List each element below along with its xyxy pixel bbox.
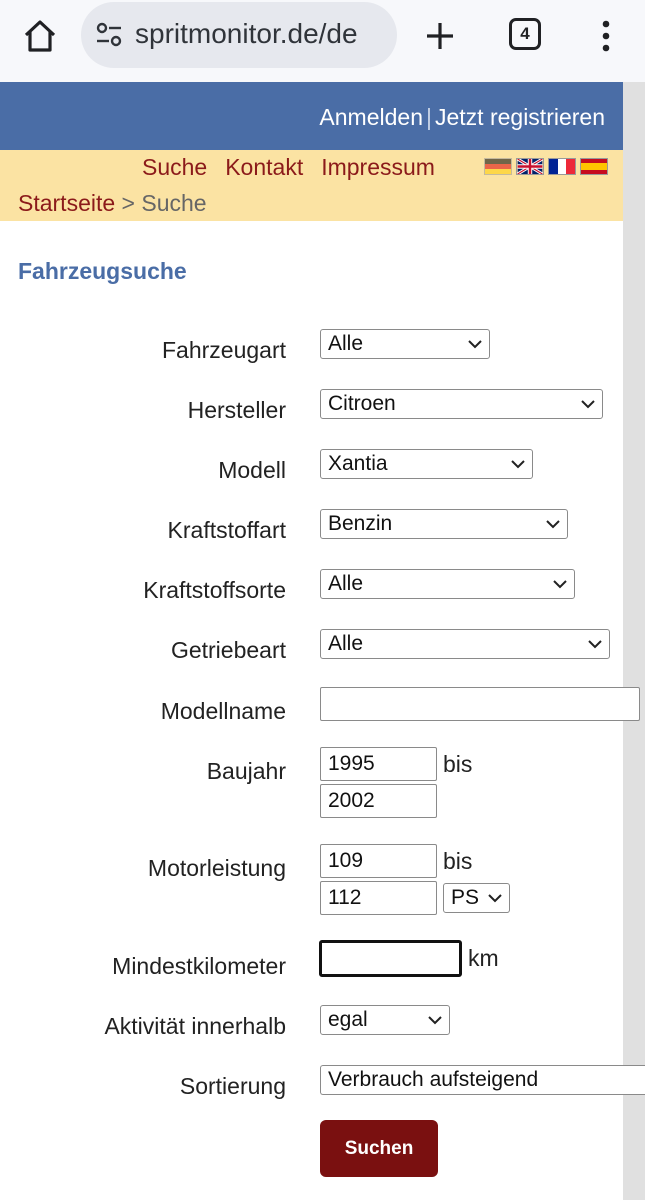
nav-item-kontakt[interactable]: Kontakt xyxy=(225,154,303,180)
page-title: Fahrzeugsuche xyxy=(18,258,187,284)
search-submit-button[interactable]: Suchen xyxy=(320,1120,438,1177)
motorleistung-to-input[interactable]: 112 xyxy=(320,881,437,915)
more-menu-icon[interactable] xyxy=(596,16,616,56)
kraftstoffart-select[interactable]: Benzin xyxy=(320,509,568,539)
fahrzeugart-select[interactable]: Alle xyxy=(320,329,490,359)
fahrzeugart-value: Alle xyxy=(328,332,364,355)
getriebeart-label: Getriebeart xyxy=(170,637,286,663)
sortierung-label: Sortierung xyxy=(179,1073,286,1099)
aktivitaet-select[interactable]: egal xyxy=(320,1005,450,1035)
nav-item-impressum[interactable]: Impressum xyxy=(321,154,435,180)
new-tab-icon[interactable] xyxy=(420,16,460,56)
kraftstoffsorte-value: Alle xyxy=(328,572,364,595)
chevron-down-icon xyxy=(588,640,602,649)
modell-label: Modell xyxy=(218,457,286,483)
site-header: Anmelden | Jetzt registrieren xyxy=(0,82,623,150)
flag-es-icon[interactable] xyxy=(580,158,608,175)
url-text: spritmonitor.de/de xyxy=(135,18,358,49)
site-nav: Suche Kontakt Impressum Startseite > Suche xyxy=(0,150,623,221)
kraftstoffsorte-label: Kraftstoffsorte xyxy=(143,577,286,603)
motorleistung-label: Motorleistung xyxy=(147,855,286,881)
flag-de-icon[interactable] xyxy=(484,158,512,175)
flag-en-icon[interactable] xyxy=(516,158,544,175)
modell-select[interactable]: Xantia xyxy=(320,449,533,479)
chevron-down-icon xyxy=(468,340,482,349)
sortierung-value: Verbrauch aufsteigend xyxy=(328,1068,539,1091)
modellname-input[interactable] xyxy=(320,687,640,721)
chevron-down-icon xyxy=(546,520,560,529)
chevron-down-icon xyxy=(488,894,502,903)
nav-item-suche[interactable]: Suche xyxy=(142,154,207,180)
hersteller-value: Citroen xyxy=(328,392,396,415)
auth-links: Anmelden | Jetzt registrieren xyxy=(319,104,605,131)
hersteller-select[interactable]: Citroen xyxy=(320,389,603,419)
getriebeart-value: Alle xyxy=(328,632,364,655)
home-icon[interactable] xyxy=(20,16,60,56)
aktivitaet-value: egal xyxy=(328,1008,368,1031)
chevron-down-icon xyxy=(553,580,567,589)
breadcrumb-home[interactable]: Startseite xyxy=(18,190,115,216)
tab-switcher-icon[interactable]: 4 xyxy=(509,18,541,50)
breadcrumb: Startseite > Suche xyxy=(18,190,207,217)
kraftstoffart-label: Kraftstoffart xyxy=(167,517,286,543)
hersteller-label: Hersteller xyxy=(187,397,286,423)
breadcrumb-current: > Suche xyxy=(121,190,207,216)
modellname-label: Modellname xyxy=(160,698,286,724)
register-link[interactable]: Jetzt registrieren xyxy=(435,104,605,130)
nav-links: Suche Kontakt Impressum xyxy=(142,154,453,181)
browser-toolbar: spritmonitor.de/de 4 xyxy=(0,0,645,82)
tab-count: 4 xyxy=(520,24,530,43)
site-settings-icon[interactable] xyxy=(95,22,123,48)
chevron-down-icon xyxy=(428,1016,442,1025)
motorleistung-from-input[interactable]: 109 xyxy=(320,844,437,878)
mindestkilometer-input[interactable] xyxy=(319,940,462,977)
chevron-down-icon xyxy=(581,400,595,409)
power-unit-select[interactable]: PS xyxy=(443,883,510,913)
mindestkilometer-label: Mindestkilometer xyxy=(112,953,286,979)
flag-fr-icon[interactable] xyxy=(548,158,576,175)
power-unit-value: PS xyxy=(451,886,480,909)
baujahr-to-input[interactable]: 2002 xyxy=(320,784,437,818)
baujahr-label: Baujahr xyxy=(206,758,286,784)
address-bar[interactable]: spritmonitor.de/de xyxy=(81,2,397,68)
page-scrollbar[interactable] xyxy=(623,82,645,1200)
chevron-down-icon xyxy=(511,460,525,469)
aktivitaet-label: Aktivität innerhalb xyxy=(104,1013,286,1039)
baujahr-from-input[interactable]: 1995 xyxy=(320,747,437,781)
kraftstoffart-value: Benzin xyxy=(328,512,393,535)
sortierung-select[interactable]: Verbrauch aufsteigend xyxy=(320,1065,645,1095)
baujahr-bis-label: bis xyxy=(443,751,473,777)
kraftstoffsorte-select[interactable]: Alle xyxy=(320,569,575,599)
getriebeart-select[interactable]: Alle xyxy=(320,629,610,659)
modell-value: Xantia xyxy=(328,452,388,475)
motorleistung-bis-label: bis xyxy=(443,848,473,874)
km-unit-label: km xyxy=(468,945,499,971)
auth-separator: | xyxy=(426,104,432,130)
login-link[interactable]: Anmelden xyxy=(319,104,423,130)
language-flags xyxy=(484,158,608,176)
fahrzeugart-label: Fahrzeugart xyxy=(161,337,286,363)
